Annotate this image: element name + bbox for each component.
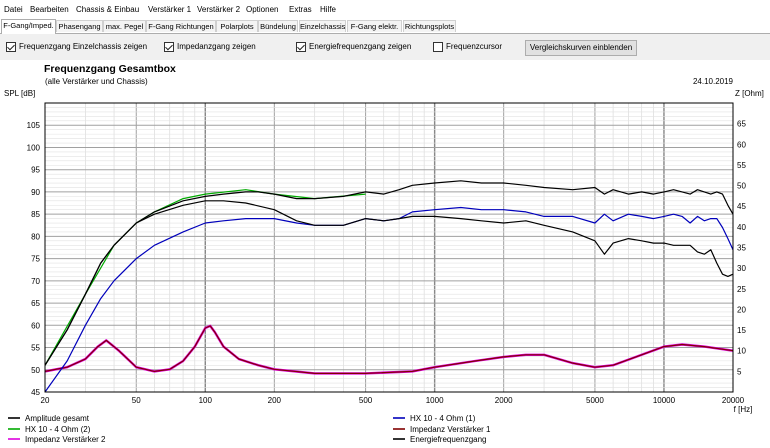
series-line [44, 206, 734, 393]
tab[interactable]: Richtungsplots [403, 20, 456, 32]
x-tick-label: 100 [199, 396, 213, 405]
checkbox-label: Frequenzgang Einzelchassis zeigen [19, 42, 148, 51]
y-right-tick-label: 55 [737, 161, 746, 170]
legend-label: HX 10 - 4 Ohm (2) [25, 425, 91, 434]
compare-curves-button[interactable]: Vergleichskurven einblenden [525, 40, 637, 56]
options-toolbar: Frequenzgang Einzelchassis zeigen Impeda… [0, 34, 770, 60]
x-tick-label: 20 [41, 396, 50, 405]
menu-item[interactable]: Optionen [246, 4, 278, 16]
series-line [44, 180, 734, 366]
y-right-tick-label: 25 [737, 285, 746, 294]
x-tick-label: 200 [268, 396, 282, 405]
legend-label: Impedanz Verstärker 2 [25, 435, 106, 444]
y-left-tick-label: 75 [31, 255, 40, 264]
y-right-tick-label: 45 [737, 202, 746, 211]
x-tick-label: 500 [359, 396, 373, 405]
y-axis-label-right: Z [Ohm] [735, 89, 764, 98]
chart-grid [44, 103, 734, 392]
checkbox-label: Frequenzcursor [446, 42, 503, 51]
series-line [44, 324, 734, 375]
y-left-tick-label: 70 [31, 277, 40, 286]
x-tick-label: 20000 [722, 396, 745, 405]
legend-label: HX 10 - 4 Ohm (1) [410, 414, 476, 423]
tab[interactable]: Polarplots [216, 20, 258, 32]
y-left-tick-label: 95 [31, 166, 40, 175]
chart-date: 24.10.2019 [693, 77, 734, 86]
menu-item[interactable]: Verstärker 2 [197, 4, 240, 16]
menu-item[interactable]: Extras [289, 4, 312, 16]
menu-item[interactable]: Datei [4, 4, 23, 16]
x-tick-label: 50 [132, 396, 141, 405]
series-line [44, 200, 734, 366]
menu-item[interactable]: Bearbeiten [30, 4, 69, 16]
menu-bar: Datei Bearbeiten Chassis & Einbau Verstärke… [0, 0, 770, 20]
checkbox-freq-einzelchassis[interactable]: Frequenzgang Einzelchassis zeigen [6, 40, 147, 53]
y-right-tick-label: 65 [737, 120, 746, 129]
y-right-tick-label: 10 [737, 347, 746, 356]
x-tick-label: 1000 [426, 396, 444, 405]
chart-title: Frequenzgang Gesamtbox [44, 63, 176, 75]
y-left-tick-label: 85 [31, 210, 40, 219]
y-right-tick-label: 50 [737, 182, 746, 191]
x-tick-label: 2000 [495, 396, 513, 405]
y-right-tick-label: 20 [737, 305, 746, 314]
y-right-tick-label: 40 [737, 223, 746, 232]
tab[interactable]: F-Gang elektr. [347, 20, 402, 32]
checkbox-label: Impedanzgang zeigen [177, 42, 256, 51]
plot-frame [44, 102, 734, 393]
checkbox-box[interactable] [433, 41, 443, 52]
checkbox-frequenzcursor[interactable]: Frequenzcursor [433, 40, 502, 53]
y-left-tick-label: 100 [27, 143, 41, 152]
y-left-tick-label: 90 [31, 188, 40, 197]
checkbox-box[interactable] [6, 41, 16, 52]
axis-ticks: 20 50 100 200 500 1000 2000 5000 10000 20000 45 50 5… [27, 120, 747, 405]
menu-item[interactable]: Chassis & Einbau [76, 4, 139, 16]
checkbox-box[interactable] [164, 41, 174, 52]
menu-item[interactable]: Hilfe [320, 4, 336, 16]
tab[interactable]: max. Pegel [103, 20, 146, 32]
x-axis-label: f [Hz] [734, 405, 753, 414]
tab-bar: F-Gang/Imped. Phasengang max. Pegel F-Gang … [0, 19, 770, 34]
y-axis-label-left: SPL [dB] [4, 89, 35, 98]
y-left-tick-label: 80 [31, 232, 40, 241]
y-right-tick-label: 35 [737, 244, 746, 253]
y-right-tick-label: 60 [737, 140, 746, 149]
x-tick-label: 10000 [653, 396, 676, 405]
checkbox-label: Energiefrequenzgang zeigen [309, 42, 412, 51]
y-right-tick-label: 5 [737, 367, 742, 376]
chart-series [44, 180, 734, 393]
chart-subtitle: (alle Verstärker und Chassis) [45, 77, 148, 86]
checkbox-impedanz[interactable]: Impedanzgang zeigen [164, 40, 256, 53]
x-tick-label: 5000 [586, 396, 604, 405]
tab[interactable]: Phasengang [56, 20, 103, 32]
y-left-tick-label: 50 [31, 366, 40, 375]
legend-label: Impedanz Verstärker 1 [410, 425, 491, 434]
series-line [44, 325, 734, 374]
y-left-tick-label: 60 [31, 321, 40, 330]
y-left-tick-label: 65 [31, 299, 40, 308]
checkbox-box[interactable] [296, 41, 306, 52]
y-left-tick-label: 55 [31, 344, 40, 353]
frequency-response-chart: Frequenzgang Gesamtbox (alle Verstärker … [4, 63, 764, 444]
y-right-tick-label: 15 [737, 326, 746, 335]
tab[interactable]: Bündelung [258, 20, 298, 32]
y-left-tick-label: 105 [27, 121, 41, 130]
legend-label: Energiefrequenzgang [410, 435, 487, 444]
y-left-tick-label: 45 [31, 388, 40, 397]
y-right-tick-label: 30 [737, 264, 746, 273]
legend-label: Amplitude gesamt [25, 414, 90, 423]
checkbox-energiefreq[interactable]: Energiefrequenzgang zeigen [296, 40, 411, 53]
tab[interactable]: F-Gang Richtungen [146, 20, 216, 32]
menu-item[interactable]: Verstärker 1 [148, 4, 191, 16]
tab[interactable]: Einzelchassis [299, 20, 346, 32]
tab[interactable]: F-Gang/Imped. [1, 19, 56, 34]
chart-legend: Amplitude gesamtHX 10 - 4 Ohm (2)Impedan… [8, 414, 491, 444]
